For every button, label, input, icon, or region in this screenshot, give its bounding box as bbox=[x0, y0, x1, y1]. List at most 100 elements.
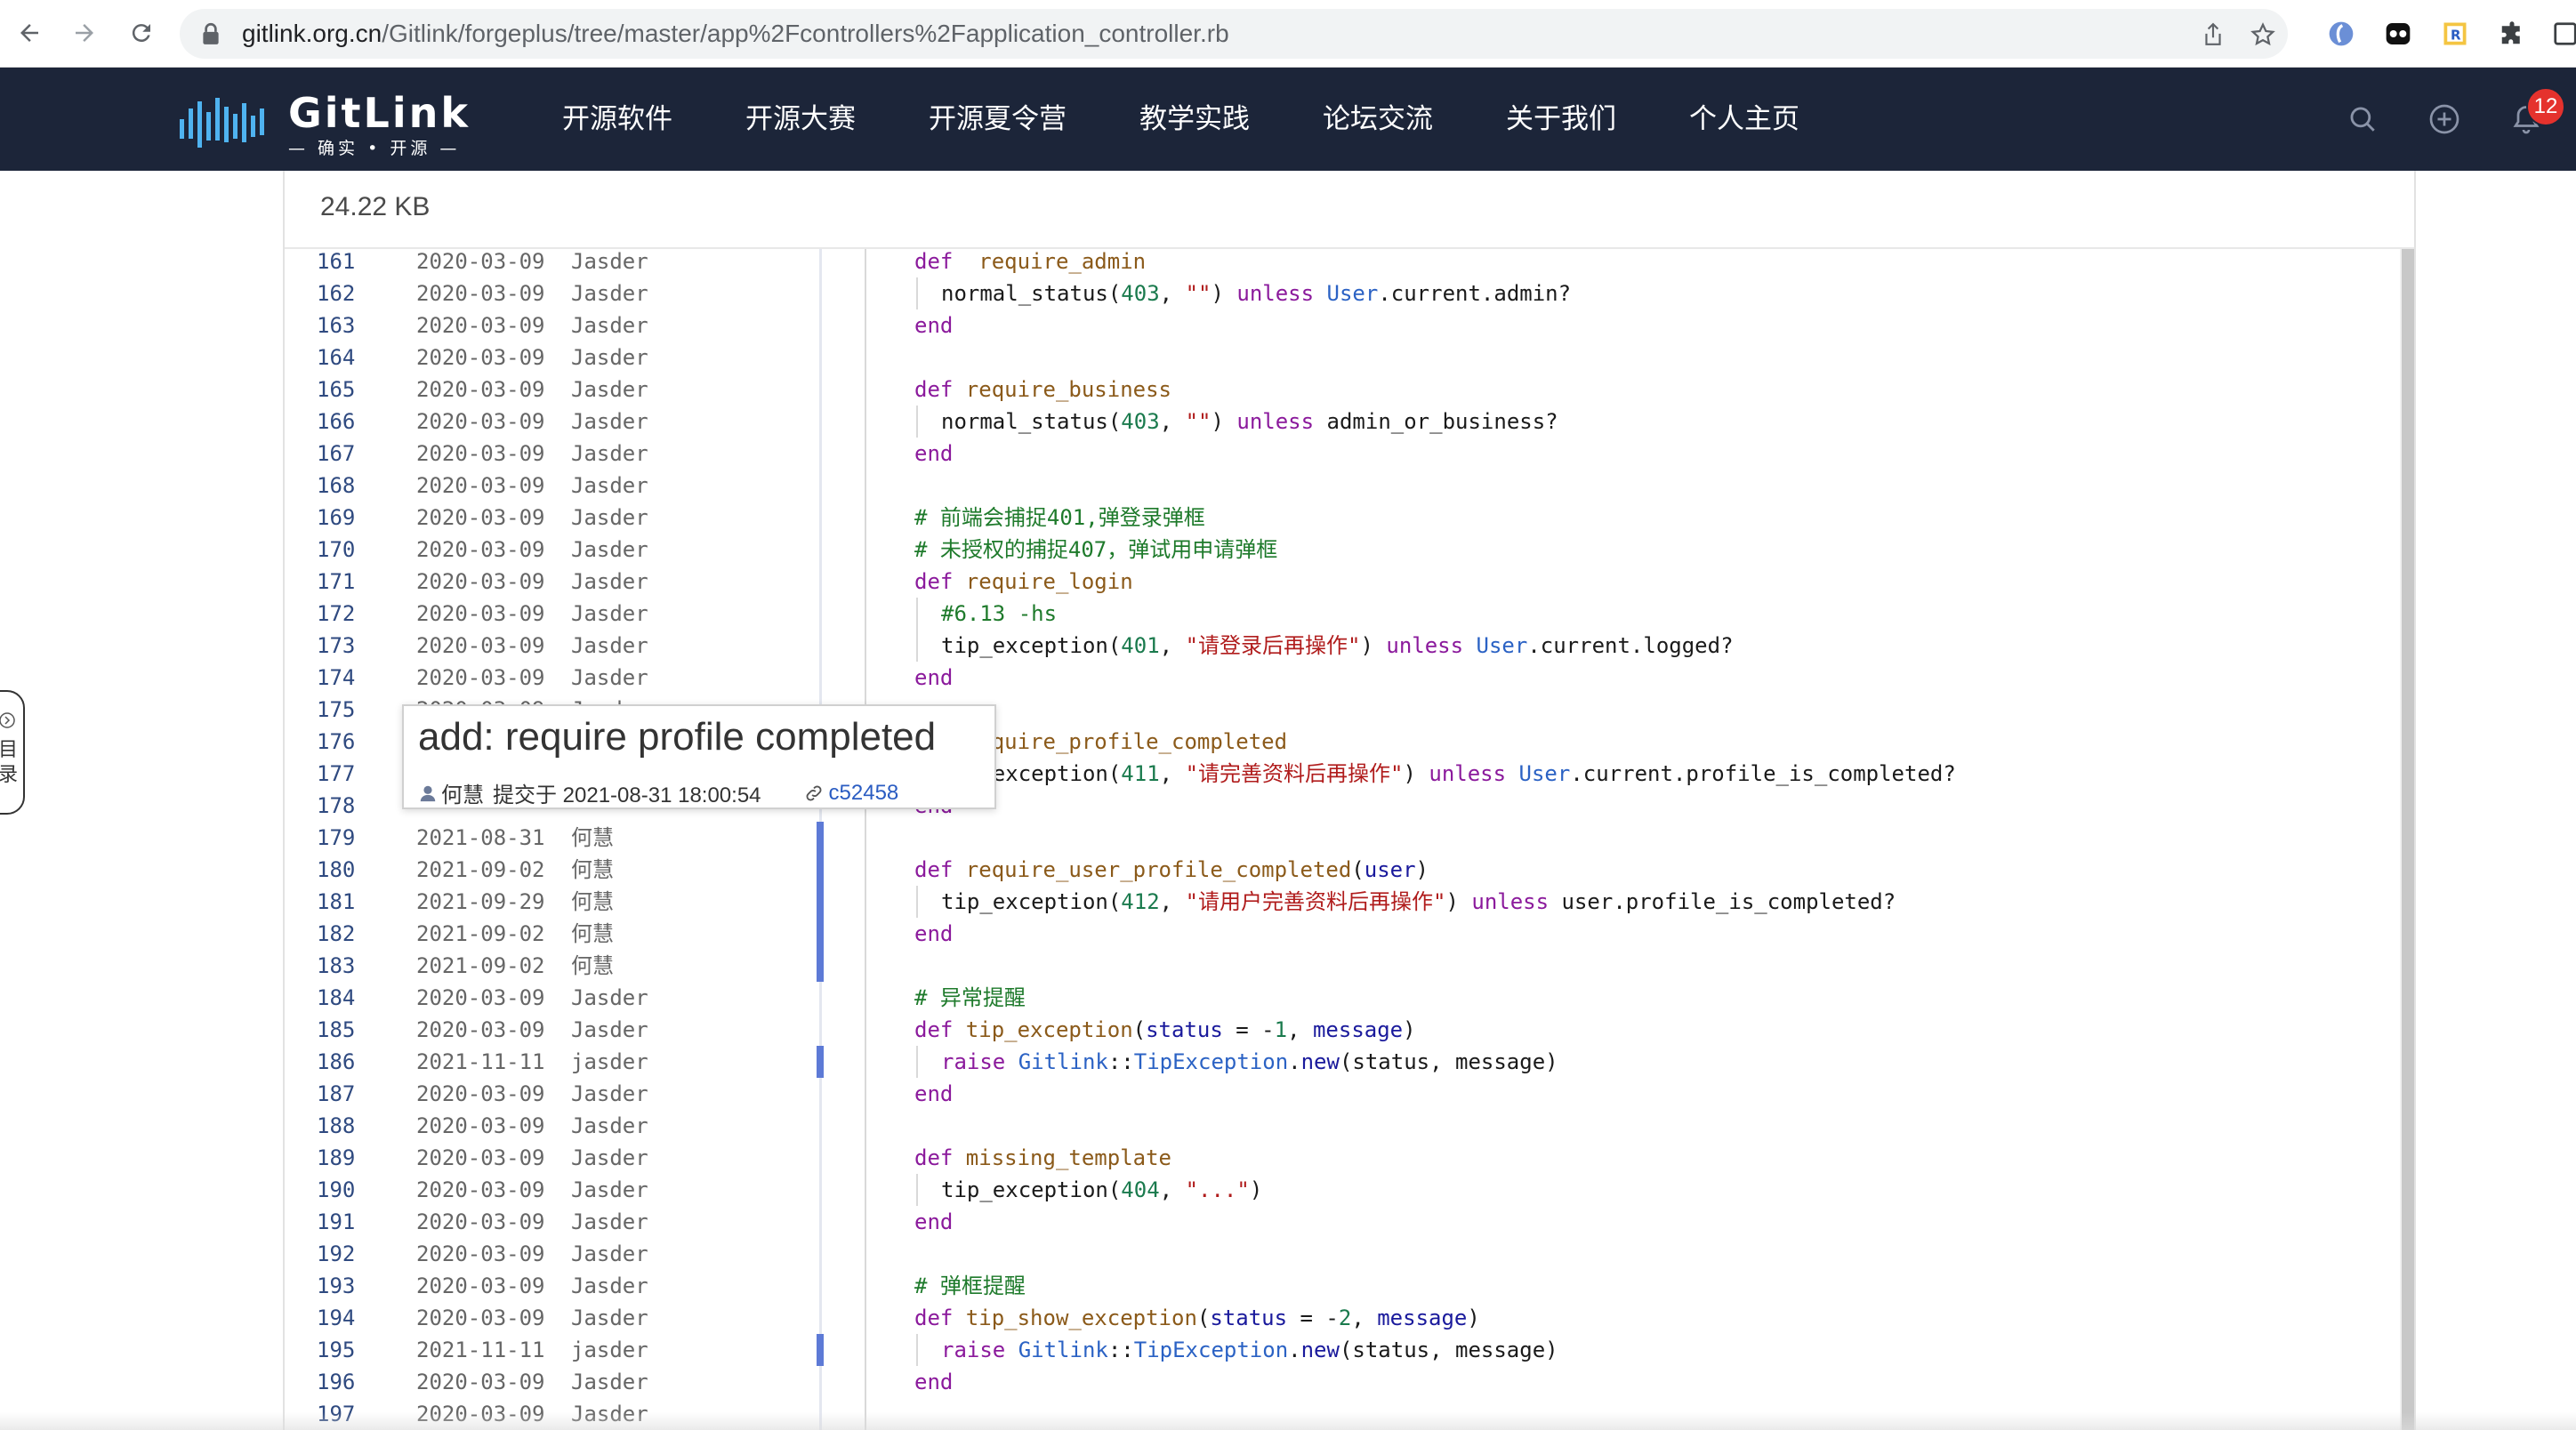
forward-button[interactable] bbox=[64, 12, 105, 53]
blame-author[interactable]: Jasder bbox=[571, 406, 648, 438]
line-number[interactable]: 163 bbox=[317, 309, 355, 341]
blame-author[interactable]: Jasder bbox=[571, 249, 648, 277]
extension-glasses-icon[interactable] bbox=[2382, 18, 2414, 50]
line-number[interactable]: 168 bbox=[317, 470, 355, 502]
line-number[interactable]: 191 bbox=[317, 1206, 355, 1238]
add-circle-icon[interactable] bbox=[2425, 100, 2464, 139]
line-number[interactable]: 185 bbox=[317, 1014, 355, 1046]
line-number[interactable]: 178 bbox=[317, 790, 355, 822]
blame-row[interactable]: 179 2021-08-31 何慧 bbox=[285, 822, 824, 854]
blame-row[interactable]: 191 2020-03-09 Jasder bbox=[285, 1206, 822, 1238]
blame-author[interactable]: Jasder bbox=[571, 534, 648, 566]
line-number[interactable]: 167 bbox=[317, 438, 355, 470]
blame-row[interactable]: 173 2020-03-09 Jasder bbox=[285, 630, 822, 662]
nav-summer-camp[interactable]: 开源夏令营 bbox=[929, 68, 1067, 171]
blame-author[interactable]: Jasder bbox=[571, 1078, 648, 1110]
line-number[interactable]: 162 bbox=[317, 277, 355, 309]
blame-author[interactable]: Jasder bbox=[571, 1174, 648, 1206]
gitlink-logo[interactable]: GitLink — 确实 • 开源 — bbox=[178, 89, 498, 158]
blame-author[interactable]: Jasder bbox=[571, 1014, 648, 1046]
blame-row[interactable]: 194 2020-03-09 Jasder bbox=[285, 1302, 822, 1334]
blame-author[interactable]: Jasder bbox=[571, 1142, 648, 1174]
blame-row[interactable]: 166 2020-03-09 Jasder bbox=[285, 406, 822, 438]
back-button[interactable] bbox=[9, 12, 50, 53]
extension-r-icon[interactable]: R bbox=[2439, 18, 2471, 50]
nav-about-us[interactable]: 关于我们 bbox=[1506, 68, 1616, 171]
lock-icon[interactable] bbox=[199, 21, 222, 50]
blame-row[interactable]: 171 2020-03-09 Jasder bbox=[285, 566, 822, 598]
line-number[interactable]: 189 bbox=[317, 1142, 355, 1174]
blame-author[interactable]: jasder bbox=[571, 1334, 648, 1366]
line-number[interactable]: 188 bbox=[317, 1110, 355, 1142]
line-number[interactable]: 170 bbox=[317, 534, 355, 566]
line-number[interactable]: 172 bbox=[317, 598, 355, 630]
blame-author[interactable]: 何慧 bbox=[571, 886, 614, 918]
line-number[interactable]: 164 bbox=[317, 341, 355, 374]
line-number[interactable]: 196 bbox=[317, 1366, 355, 1398]
blame-row[interactable]: 181 2021-09-29 何慧 bbox=[285, 886, 824, 918]
blame-author[interactable]: Jasder bbox=[571, 438, 648, 470]
line-number[interactable]: 179 bbox=[317, 822, 355, 854]
nav-personal-home[interactable]: 个人主页 bbox=[1689, 68, 1799, 171]
blame-row[interactable]: 167 2020-03-09 Jasder bbox=[285, 438, 822, 470]
blame-row[interactable]: 170 2020-03-09 Jasder bbox=[285, 534, 822, 566]
commit-author[interactable]: 何慧 bbox=[441, 777, 484, 808]
blame-author[interactable]: Jasder bbox=[571, 662, 648, 694]
notification-badge[interactable]: 12 bbox=[2526, 87, 2565, 126]
line-number[interactable]: 186 bbox=[317, 1046, 355, 1078]
line-number[interactable]: 171 bbox=[317, 566, 355, 598]
line-number[interactable]: 180 bbox=[317, 854, 355, 886]
line-number[interactable]: 173 bbox=[317, 630, 355, 662]
blame-author[interactable]: Jasder bbox=[571, 598, 648, 630]
blame-row[interactable]: 161 2020-03-09 Jasder bbox=[285, 249, 822, 277]
blame-row[interactable]: 195 2021-11-11 jasder bbox=[285, 1334, 824, 1366]
blame-author[interactable]: Jasder bbox=[571, 470, 648, 502]
line-number[interactable]: 177 bbox=[317, 758, 355, 790]
blame-row[interactable]: 165 2020-03-09 Jasder bbox=[285, 374, 822, 406]
blame-row[interactable]: 196 2020-03-09 Jasder bbox=[285, 1366, 822, 1398]
line-number[interactable]: 165 bbox=[317, 374, 355, 406]
nav-open-source-contest[interactable]: 开源大赛 bbox=[745, 68, 856, 171]
blame-row[interactable]: 193 2020-03-09 Jasder bbox=[285, 1270, 822, 1302]
blame-row[interactable]: 163 2020-03-09 Jasder bbox=[285, 309, 822, 341]
blame-row[interactable]: 164 2020-03-09 Jasder bbox=[285, 341, 822, 374]
blame-row[interactable]: 189 2020-03-09 Jasder bbox=[285, 1142, 822, 1174]
blame-author[interactable]: Jasder bbox=[571, 341, 648, 374]
blame-author[interactable]: Jasder bbox=[571, 982, 648, 1014]
blame-author[interactable]: Jasder bbox=[571, 1302, 648, 1334]
blame-row[interactable]: 180 2021-09-02 何慧 bbox=[285, 854, 824, 886]
share-icon[interactable] bbox=[2199, 20, 2227, 49]
line-number[interactable]: 183 bbox=[317, 950, 355, 982]
line-number[interactable]: 195 bbox=[317, 1334, 355, 1366]
blame-author[interactable]: Jasder bbox=[571, 1270, 648, 1302]
blame-row[interactable]: 168 2020-03-09 Jasder bbox=[285, 470, 822, 502]
blame-row[interactable]: 187 2020-03-09 Jasder bbox=[285, 1078, 822, 1110]
blame-author[interactable]: Jasder bbox=[571, 630, 648, 662]
blame-author[interactable]: Jasder bbox=[571, 502, 648, 534]
blame-row[interactable]: 192 2020-03-09 Jasder bbox=[285, 1238, 822, 1270]
line-number[interactable]: 193 bbox=[317, 1270, 355, 1302]
line-number[interactable]: 166 bbox=[317, 406, 355, 438]
extension-shield-icon[interactable] bbox=[2325, 18, 2357, 50]
line-number[interactable]: 187 bbox=[317, 1078, 355, 1110]
blame-row[interactable]: 182 2021-09-02 何慧 bbox=[285, 918, 824, 950]
blame-row[interactable]: 169 2020-03-09 Jasder bbox=[285, 502, 822, 534]
line-number[interactable]: 190 bbox=[317, 1174, 355, 1206]
blame-row[interactable]: 188 2020-03-09 Jasder bbox=[285, 1110, 822, 1142]
blame-author[interactable]: jasder bbox=[571, 1046, 648, 1078]
line-number[interactable]: 182 bbox=[317, 918, 355, 950]
line-number[interactable]: 181 bbox=[317, 886, 355, 918]
line-number[interactable]: 192 bbox=[317, 1238, 355, 1270]
blame-author[interactable]: Jasder bbox=[571, 309, 648, 341]
nav-teaching-practice[interactable]: 教学实践 bbox=[1139, 68, 1250, 171]
commit-hash-link[interactable]: c52458 bbox=[829, 781, 899, 806]
blame-author[interactable]: Jasder bbox=[571, 1366, 648, 1398]
blame-row[interactable]: 172 2020-03-09 Jasder bbox=[285, 598, 822, 630]
blame-row[interactable]: 162 2020-03-09 Jasder bbox=[285, 277, 822, 309]
nav-open-source-software[interactable]: 开源软件 bbox=[562, 68, 672, 171]
blame-row[interactable]: 186 2021-11-11 jasder bbox=[285, 1046, 824, 1078]
blame-author[interactable]: Jasder bbox=[571, 277, 648, 309]
blame-author[interactable]: Jasder bbox=[571, 1206, 648, 1238]
blame-author[interactable]: 何慧 bbox=[571, 950, 614, 982]
line-number[interactable]: 174 bbox=[317, 662, 355, 694]
